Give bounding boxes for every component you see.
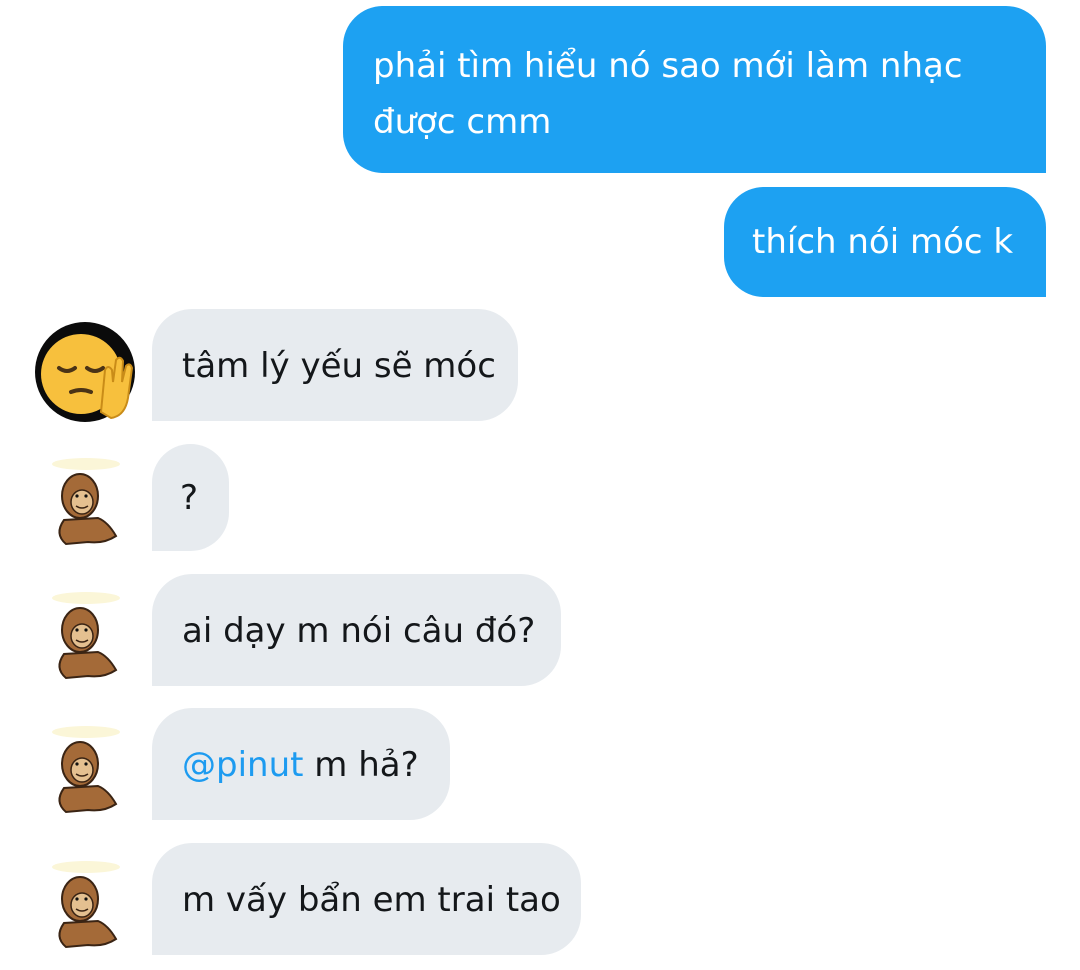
outgoing-message-bubble[interactable]: phải tìm hiểu nó sao mới làm nhạc được c… (343, 6, 1046, 173)
message-text: tâm lý yếu sẽ móc (182, 346, 496, 386)
incoming-message-bubble[interactable]: ai dạy m nói câu đó? (152, 574, 561, 686)
monkey-sticker-icon[interactable] (46, 586, 126, 686)
message-text: thích nói móc k (752, 222, 1014, 262)
outgoing-message-bubble[interactable]: thích nói móc k (724, 187, 1046, 297)
user-mention-link[interactable]: @pinut (182, 745, 303, 785)
message-text: được cmm (373, 102, 552, 142)
monkey-sticker-icon[interactable] (46, 452, 126, 552)
incoming-message-bubble[interactable]: tâm lý yếu sẽ móc (152, 309, 518, 421)
pensive-face-raised-hand-icon[interactable] (33, 320, 137, 424)
monkey-sticker-icon[interactable] (46, 720, 126, 820)
incoming-message-bubble[interactable]: m vấy bẩn em trai tao (152, 843, 581, 955)
message-text: ? (180, 478, 199, 518)
message-text: m vấy bẩn em trai tao (182, 880, 561, 920)
message-text: m hả? (303, 745, 419, 785)
message-text: ai dạy m nói câu đó? (182, 611, 536, 651)
incoming-message-bubble[interactable]: ? (152, 444, 229, 551)
incoming-message-bubble[interactable]: @pinut m hả? (152, 708, 450, 820)
message-text: phải tìm hiểu nó sao mới làm nhạc (373, 46, 963, 86)
monkey-sticker-icon[interactable] (46, 855, 126, 955)
